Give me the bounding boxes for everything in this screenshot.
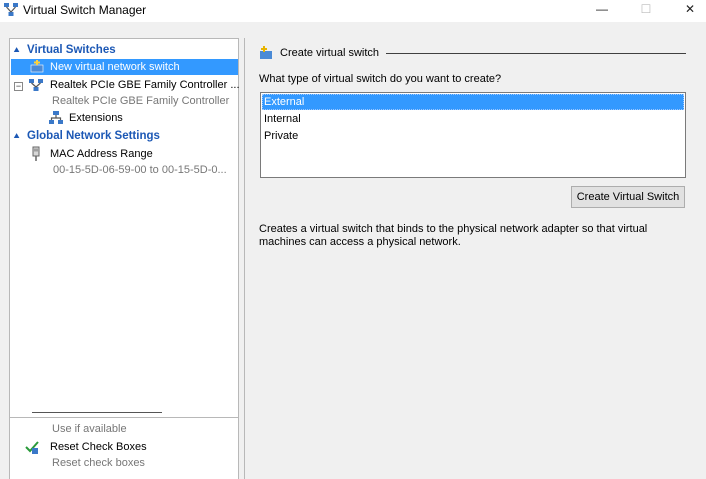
mac-address-label: MAC Address Range xyxy=(50,148,153,160)
extensions-icon xyxy=(49,111,63,124)
network-adapter-icon xyxy=(29,79,43,91)
tree-item-mac-address-range[interactable]: MAC Address Range xyxy=(28,146,238,162)
new-switch-label: New virtual network switch xyxy=(50,61,180,73)
reset-check-sublabel: Reset check boxes xyxy=(52,457,145,469)
details-pane: Create virtual switch What type of virtu… xyxy=(246,38,706,479)
reset-check-icon xyxy=(25,441,39,454)
global-network-settings-label: Global Network Settings xyxy=(27,130,160,142)
navigation-tree: ⯅ Virtual Switches New virtual network sw… xyxy=(9,38,240,418)
enhanced-session-clipped xyxy=(32,412,182,418)
mac-address-sublabel: 00-15-5D-06-59-00 to 00-15-5D-0... xyxy=(53,164,227,176)
new-switch-icon xyxy=(30,60,44,73)
tree-item-reset-check-boxes[interactable]: Reset Check Boxes xyxy=(24,439,224,455)
tree-item-realtek[interactable]: Realtek PCIe GBE Family Controller ... xyxy=(28,77,240,93)
realtek-sublabel: Realtek PCIe GBE Family Controller xyxy=(52,95,230,107)
tree-item-extensions[interactable]: Extensions xyxy=(48,110,228,126)
tree-item-new-switch[interactable]: New virtual network switch xyxy=(11,59,238,75)
switch-description: Creates a virtual switch that binds to t… xyxy=(259,223,648,248)
option-private[interactable]: Private xyxy=(262,128,684,144)
reset-check-label: Reset Check Boxes xyxy=(50,441,147,453)
window-title: Virtual Switch Manager xyxy=(23,3,147,17)
minimize-button[interactable]: — xyxy=(580,0,624,20)
enhanced-session-sublabel: Use if available xyxy=(52,423,127,435)
switch-type-listbox[interactable]: External Internal Private xyxy=(260,92,686,178)
chevron-up-icon: ⯅ xyxy=(13,131,21,141)
collapse-toggle[interactable]: − xyxy=(14,82,23,91)
pane-divider[interactable] xyxy=(244,38,245,479)
group-title-separator xyxy=(386,53,686,54)
virtual-switches-header-label: Virtual Switches xyxy=(27,44,116,56)
option-internal[interactable]: Internal xyxy=(262,111,684,127)
realtek-label: Realtek PCIe GBE Family Controller ... xyxy=(50,79,240,91)
option-external[interactable]: External xyxy=(262,94,684,110)
mac-address-icon xyxy=(32,146,40,161)
switch-type-question: What type of virtual switch do you want … xyxy=(259,73,502,85)
create-switch-icon xyxy=(260,46,272,59)
virtual-switches-header[interactable]: ⯅ Virtual Switches xyxy=(13,42,116,58)
switch-manager-icon xyxy=(4,3,18,16)
title-bar: Virtual Switch Manager — ☐ ✕ xyxy=(0,0,706,22)
maximize-button[interactable]: ☐ xyxy=(624,0,668,20)
chevron-up-icon: ⯅ xyxy=(13,45,21,55)
group-title: Create virtual switch xyxy=(280,47,380,59)
navigation-tree-lower: Use if available Reset Check Boxes Reset… xyxy=(9,412,239,479)
create-virtual-switch-button[interactable]: Create Virtual Switch xyxy=(571,186,685,208)
global-network-settings-header[interactable]: ⯅ Global Network Settings xyxy=(13,128,160,144)
close-button[interactable]: ✕ xyxy=(668,0,706,20)
extensions-label: Extensions xyxy=(69,112,123,124)
